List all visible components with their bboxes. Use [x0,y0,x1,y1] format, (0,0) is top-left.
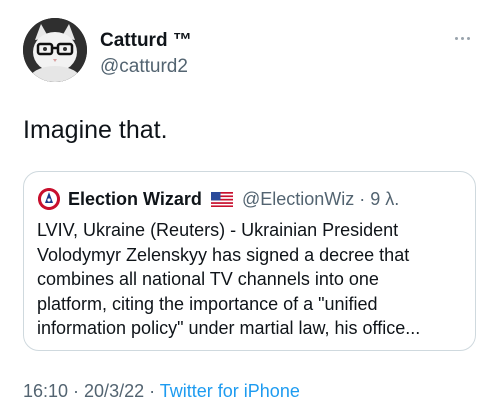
tweet: Catturd ™ @catturd2 Imagine that. Electi… [0,0,500,417]
author-display-name[interactable]: Catturd ™ [100,30,192,52]
quoted-author-avatar[interactable] [38,188,60,210]
quoted-tweet-text: LVIV, Ukraine (Reuters) - Ukrainian Pres… [37,218,467,341]
author-avatar[interactable] [23,18,87,82]
author-handle[interactable]: @catturd2 [100,56,188,78]
cat-with-glasses-avatar-icon [23,18,87,82]
quoted-text-line: Volodymyr Zelenskyy has signed a decree … [37,244,410,265]
quoted-handle-time[interactable]: @ElectionWiz · 9 λ. [242,189,399,210]
more-horizontal-icon[interactable] [449,28,475,48]
quoted-text-line: platform, citing the importance of a "un… [37,293,378,314]
tweet-footer: 16:10 · 20/3/22 · Twitter for iPhone [23,381,300,402]
tweet-timestamp[interactable]: 16:10 · 20/3/22 · [23,381,160,401]
quoted-text-line: information policy" under martial law, h… [37,318,421,338]
quoted-tweet-card[interactable]: Election Wizard @ElectionWiz · 9 λ. LVIV… [23,171,476,351]
quoted-display-name[interactable]: Election Wizard [68,189,202,210]
tweet-source-link[interactable]: Twitter for iPhone [160,381,300,401]
us-flag-icon [211,192,233,207]
election-wizard-avatar-icon [38,188,60,210]
tweet-text: Imagine that. [23,116,168,144]
quoted-text-line: combines all national TV channels into o… [37,269,379,289]
quoted-text-line: LVIV, Ukraine (Reuters) - Ukrainian Pres… [37,220,399,240]
